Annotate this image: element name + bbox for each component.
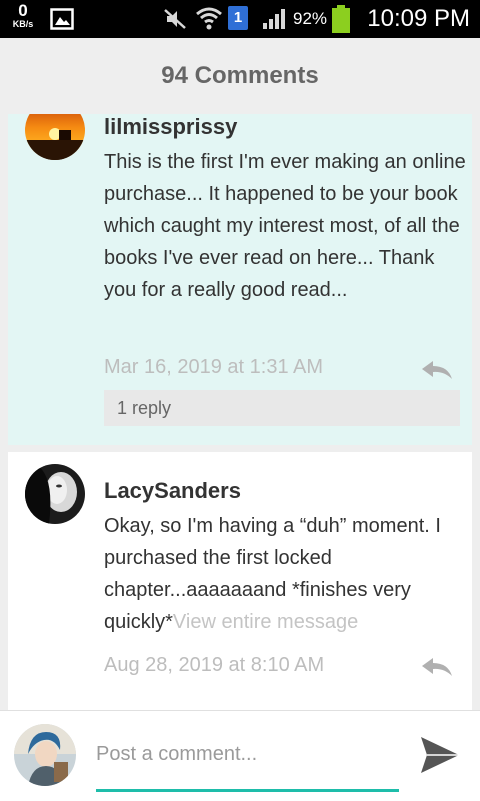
reply-icon[interactable] [420,359,454,381]
view-entire-message-link[interactable]: View entire message [173,611,358,633]
comment-input[interactable] [96,733,396,766]
page-title: 94 Comments [161,62,319,89]
gallery-icon [50,8,74,30]
comment-input-container[interactable] [96,733,399,792]
mute-icon [164,9,186,29]
clock: 10:09 PM [367,5,470,32]
avatar[interactable] [25,114,85,160]
data-speed-indicator: 0 KB/s [8,2,38,29]
battery-icon [332,5,350,33]
comment-list[interactable]: lilmissprissy This is the first I'm ever… [8,114,472,710]
signal-icon [263,9,285,29]
replies-label: 1 reply [117,398,172,418]
comment-username[interactable]: lilmissprissy [104,114,237,140]
comment-item[interactable]: LacySanders Okay, so I'm having a “duh” … [8,452,472,710]
comment-username[interactable]: LacySanders [104,478,241,504]
replies-button[interactable]: 1 reply [104,390,460,426]
reply-icon[interactable] [420,656,454,678]
comment-timestamp: Aug 28, 2019 at 8:10 AM [104,654,325,676]
status-bar: 0 KB/s 1 92% 10:09 PM [0,0,480,38]
comments-header: 94 Comments [0,38,480,114]
send-icon[interactable] [419,735,461,775]
current-user-avatar [14,724,76,786]
data-speed-unit: KB/s [12,19,34,29]
data-speed-value: 0 [18,1,28,20]
comment-text: This is the first I'm ever making an onl… [104,151,466,301]
wifi-icon [196,7,222,30]
comment-item[interactable]: lilmissprissy This is the first I'm ever… [8,114,472,445]
comment-composer [0,710,480,801]
comment-text: Okay, so I'm having a “duh” moment. I pu… [104,510,469,638]
sim-indicator: 1 [228,6,248,30]
avatar[interactable] [25,464,85,524]
battery-percent: 92% [293,9,328,28]
comment-timestamp: Mar 16, 2019 at 1:31 AM [104,356,324,378]
